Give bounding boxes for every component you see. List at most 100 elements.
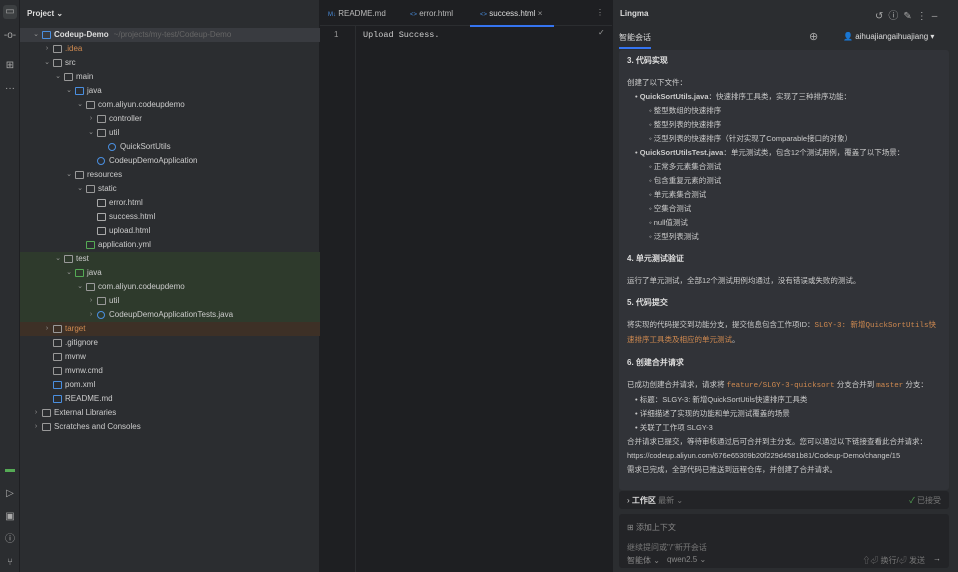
tool-window-strip: ▭ -o- ⊞ ··· ▬ ▷ ▣ ⓘ ⑂ [0,0,20,572]
lingma-header-icons[interactable]: ↺ⓘ✎⋮– [875,7,942,22]
lingma-icon[interactable]: ▬ [3,463,17,477]
chevron-down-icon[interactable]: ⌄ [54,70,62,84]
check-circle-icon: ✓ [909,496,914,505]
merge-request-link[interactable]: https://codeup.aliyun.com/676e65309b20f2… [627,449,941,463]
tree-item[interactable]: ⌄ src [20,56,320,70]
git-icon[interactable]: ⑂ [3,556,17,570]
tree-item[interactable]: ⌄main [20,70,320,84]
file-icon: M↓ [328,12,336,18]
tree-item[interactable]: success.html [20,210,320,224]
tree-item[interactable]: mvnw.cmd [20,364,320,378]
chevron-right-icon[interactable]: › [87,112,95,126]
maven-icon [53,381,62,389]
file-name: QuickSortUtils.java [640,92,709,101]
text: 合并请求已提交，等待审核通过后可合并到主分支。您可以通过以下链接查看此合并请求： [627,435,941,449]
tree-item[interactable]: .gitignore [20,336,320,350]
text: 分支： [903,380,928,389]
editor-tab[interactable]: <> error.html [410,9,453,18]
tab-smart-chat[interactable]: 智能会话 [619,32,651,49]
tree-item[interactable]: › controller [20,112,320,126]
tree-item-label: upload.html [109,226,150,235]
tree-item[interactable]: ⌄resources [20,168,320,182]
tree-item[interactable]: › target [20,322,320,336]
chevron-down-icon[interactable]: ⌄ [76,98,84,112]
list-item: null值测试 [649,216,941,230]
model-select[interactable]: qwen2.5 ⌄ [667,555,706,564]
chevron-right-icon[interactable]: › [43,322,51,336]
editor-tab[interactable]: <> success.html × [480,9,542,18]
tree-item-label: util [109,128,119,137]
chevron-down-icon[interactable]: ⌄ [32,28,40,42]
chevron-right-icon[interactable]: › [43,42,51,56]
tree-item[interactable]: ›util [20,294,320,308]
chevron-down-icon[interactable]: ⌄ [65,168,73,182]
send-arrow-icon[interactable]: → [933,554,941,563]
user-menu[interactable]: 👤 aihuajiangaihuajiang ▾ [843,32,934,41]
tree-item[interactable]: ›External Libraries [20,406,320,420]
tree-item[interactable]: ⌄test [20,252,320,266]
chevron-down-icon[interactable]: ⌄ [65,266,73,280]
chevron-down-icon[interactable]: ⌄ [76,182,84,196]
add-context-button[interactable]: ⊞ 添加上下文 [627,522,676,533]
tree-item[interactable]: application.yml [20,238,320,252]
chevron-down-icon[interactable]: ⌄ [65,84,73,98]
tree-item[interactable]: ⌄java [20,266,320,280]
tree-item[interactable]: pom.xml [20,378,320,392]
accepted-status: 已接受 [917,496,941,505]
chevron-right-icon[interactable]: › [87,294,95,308]
commit-icon[interactable]: -o- [3,29,17,43]
tree-item[interactable]: mvnw [20,350,320,364]
structure-icon[interactable]: ⊞ [3,59,17,73]
workspace-bar[interactable]: › 工作区 最新 ⌄ ✓ 已接受 [619,491,949,509]
html-icon [97,227,106,235]
workspace-select[interactable]: 最新 [658,496,674,505]
editor-tab[interactable]: M↓ README.md [328,9,386,18]
tree-item[interactable]: ⌄Codeup-Demo~/projects/my-test/Codeup-De… [20,28,320,42]
check-icon: ✓ [598,28,605,37]
tree-item[interactable]: ⌄static [20,182,320,196]
send-hint: ⇧⏎ 换行/⏎ 发送 [862,555,925,566]
tree-item-label: controller [109,114,142,123]
chevron-right-icon[interactable]: › [32,406,40,420]
tree-item[interactable]: QuickSortUtils [20,140,320,154]
project-folder-icon[interactable]: ▭ [3,5,17,19]
chevron-down-icon[interactable]: ⌄ [87,126,95,140]
tree-item[interactable]: README.md [20,392,320,406]
close-icon[interactable]: × [538,9,543,18]
chevron-right-icon[interactable]: › [32,420,40,434]
tree-item[interactable]: ⌄java [20,84,320,98]
tree-item[interactable]: ⌄com.aliyun.codeupdemo [20,98,320,112]
input-placeholder[interactable]: 继续提问或"/"新开会话 [627,542,707,553]
text: 已成功创建合并请求，请求将 [627,380,727,389]
text: 将实现的代码提交到功能分支，提交信息包含工作项ID：SLGY-3: 新增Quic… [627,318,941,348]
chevron-down-icon[interactable]: ⌄ [43,56,51,70]
tree-item[interactable]: ⌄com.aliyun.codeupdemo [20,280,320,294]
code-line[interactable]: Upload Success. [363,30,440,40]
chevron-down-icon[interactable]: ⌄ [54,252,62,266]
tree-item[interactable]: ⌄ util [20,126,320,140]
run-icon[interactable]: ▷ [3,487,17,501]
tree-item[interactable]: ›CodeupDemoApplicationTests.java [20,308,320,322]
tree-item-label: README.md [65,394,113,403]
chat-input[interactable]: ⊞ 添加上下文 继续提问或"/"新开会话 智能体 ⌄ qwen2.5 ⌄ ⇧⏎ … [619,514,949,568]
tree-item[interactable]: upload.html [20,224,320,238]
tree-item[interactable]: › .idea [20,42,320,56]
tab-menu-icon[interactable]: ⋮ [596,8,604,17]
tree-item[interactable]: CodeupDemoApplication [20,154,320,168]
tree-item-label: src [65,58,76,67]
chevron-down-icon[interactable]: ⌄ [76,280,84,294]
folder-icon [53,59,62,67]
folder-icon [64,73,73,81]
tree-item[interactable]: error.html [20,196,320,210]
package-icon [97,115,106,123]
more-icon[interactable]: ··· [3,82,17,96]
problems-icon[interactable]: ⓘ [3,533,17,547]
tree-item-label: .idea [65,44,82,53]
mode-select[interactable]: 智能体 ⌄ [627,555,660,566]
new-chat-icon[interactable]: ⊕ [809,30,818,43]
tree-item[interactable]: ›Scratches and Consoles [20,420,320,434]
terminal-icon[interactable]: ▣ [3,510,17,524]
chevron-right-icon[interactable]: › [87,308,95,322]
project-panel-title[interactable]: Project ⌄ [27,9,63,18]
tree-item-label: target [65,324,85,333]
